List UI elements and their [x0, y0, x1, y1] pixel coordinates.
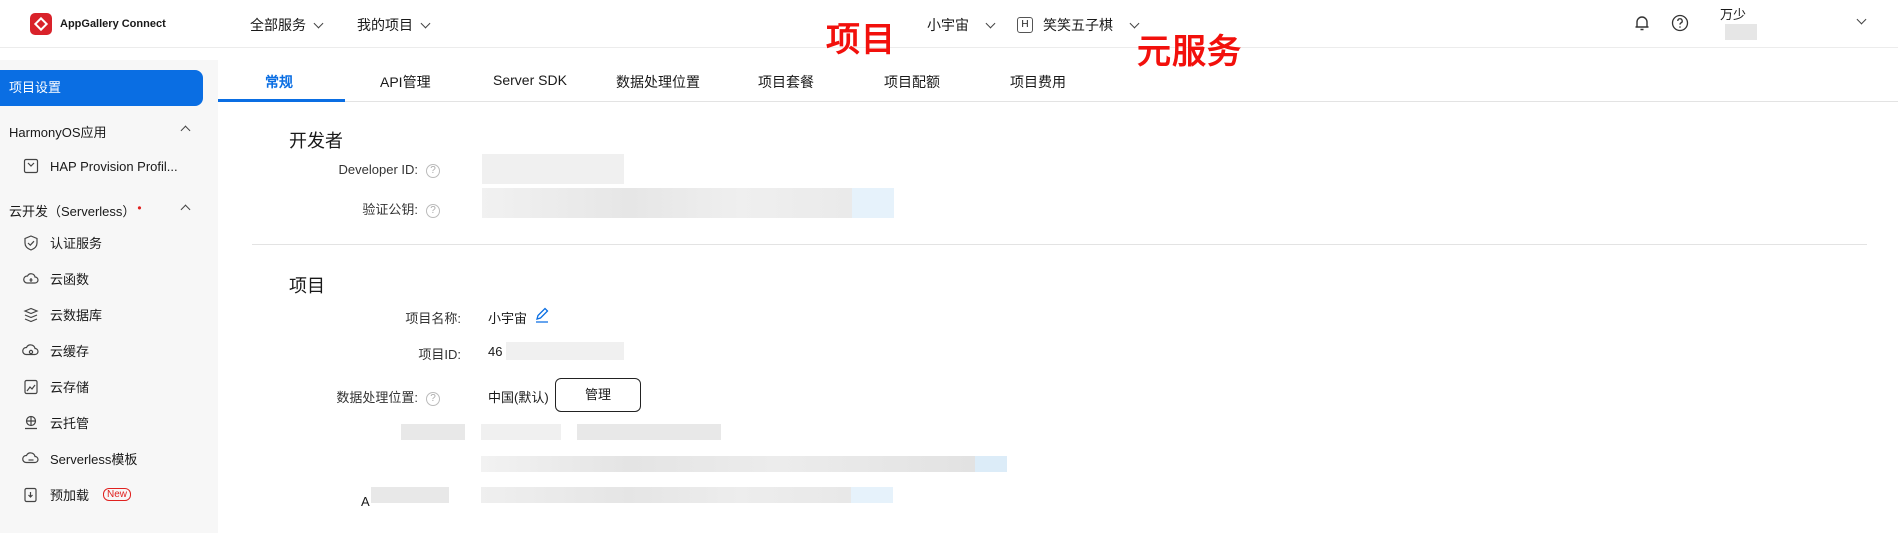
all-services-label: 全部服务 — [250, 17, 306, 33]
database-icon — [23, 307, 39, 322]
shield-icon — [24, 234, 38, 251]
project-id-label: 项目ID: — [418, 347, 461, 362]
sidebar-item-label: 云存储 — [50, 380, 90, 395]
tab-bar: 常规 API管理 Server SDK 数据处理位置 项目套餐 项目配额 项目费… — [218, 60, 1898, 102]
sidebar-item-cloud-function[interactable]: 云函数 — [22, 269, 89, 288]
help-icon[interactable]: ? — [426, 203, 440, 218]
preload-icon — [24, 487, 37, 502]
sidebar-group-harmonyos-label: HarmonyOS应用 — [9, 125, 107, 140]
sidebar: 项目设置 HarmonyOS应用 HAP Provision Profil...… — [0, 60, 218, 533]
sidebar-group-cloud[interactable]: 云开发（Serverless） • — [9, 201, 191, 220]
sidebar-item-label: HAP Provision Profil... — [50, 158, 178, 174]
new-badge: New — [103, 488, 132, 501]
sidebar-item-auth[interactable]: 认证服务 — [22, 233, 102, 252]
project-name-value: 小宇宙 — [488, 311, 528, 326]
sidebar-item-label: 云缓存 — [50, 344, 90, 359]
redacted-label — [401, 424, 465, 440]
tab-project-cost[interactable]: 项目费用 — [1010, 72, 1066, 92]
redacted-value — [481, 487, 851, 503]
my-projects-menu[interactable]: 我的项目 — [357, 15, 431, 35]
bottom-field-prefix: A — [361, 494, 370, 509]
app-badge: H — [1017, 17, 1033, 33]
sidebar-item-label: 预加载 — [50, 488, 90, 503]
public-key-label: 验证公钥:? — [240, 199, 440, 218]
help-icon[interactable]: ? — [426, 163, 440, 178]
redacted-value — [577, 424, 721, 440]
project-section-title: 项目 — [289, 276, 325, 296]
notification-dot: • — [137, 201, 142, 215]
chevron-down-icon — [313, 18, 324, 28]
sidebar-item-label: 认证服务 — [50, 236, 103, 251]
project-name-label: 项目名称: — [405, 311, 461, 326]
public-key-redacted — [482, 188, 852, 218]
data-location-label: 数据处理位置:? — [240, 387, 440, 406]
sidebar-item-label: Serverless模板 — [50, 452, 138, 467]
redacted-value — [851, 487, 893, 503]
sidebar-item-cloud-storage[interactable]: 云存储 — [22, 377, 89, 396]
public-key-redacted-end — [852, 188, 894, 218]
all-services-menu[interactable]: 全部服务 — [250, 15, 324, 35]
tab-project-quota[interactable]: 项目配额 — [884, 72, 940, 92]
developer-section-title: 开发者 — [289, 131, 343, 151]
project-selector-label: 小宇宙 — [927, 17, 969, 33]
developer-id-label: Developer ID:? — [240, 162, 440, 178]
tab-data-location[interactable]: 数据处理位置 — [616, 72, 700, 92]
sidebar-item-hap-provision[interactable]: HAP Provision Profil... — [22, 157, 178, 175]
bell-icon[interactable] — [1633, 14, 1651, 32]
user-menu-chevron-icon[interactable] — [1856, 14, 1867, 25]
sidebar-item-label: 云数据库 — [50, 308, 103, 323]
tab-api-management[interactable]: API管理 — [380, 72, 431, 92]
my-projects-label: 我的项目 — [357, 17, 413, 33]
top-bar: AppGallery Connect 全部服务 我的项目 小宇宙 H 笑笑五子棋… — [0, 0, 1898, 59]
chevron-up-icon — [180, 125, 191, 136]
redacted-label — [371, 487, 449, 503]
sidebar-item-label: 云函数 — [50, 272, 90, 287]
project-selector[interactable]: 小宇宙 — [927, 15, 996, 35]
redacted-value — [481, 456, 975, 472]
active-tab-indicator — [218, 99, 345, 102]
sidebar-item-label: 云托管 — [50, 416, 90, 431]
tab-general[interactable]: 常规 — [265, 72, 293, 92]
edit-icon[interactable] — [533, 306, 551, 324]
app-selector-label: 笑笑五子棋 — [1043, 17, 1113, 33]
project-id-value: 46 — [488, 344, 503, 359]
user-name-redacted — [1725, 24, 1757, 40]
chevron-down-icon — [420, 18, 431, 28]
appgallery-logo-icon — [30, 13, 52, 35]
data-location-value: 中国(默认) — [488, 390, 549, 405]
sidebar-item-cloud-cache[interactable]: 云缓存 — [22, 341, 89, 360]
sidebar-item-project-settings[interactable]: 项目设置 — [0, 70, 203, 106]
annotation-project: 项目 — [826, 21, 896, 59]
help-icon[interactable]: ? — [426, 391, 440, 406]
section-divider — [252, 244, 1867, 245]
sidebar-group-harmonyos[interactable]: HarmonyOS应用 — [9, 122, 191, 141]
app-title: AppGallery Connect — [60, 18, 166, 30]
template-icon — [22, 451, 39, 463]
profile-icon — [23, 158, 39, 174]
hosting-icon — [25, 415, 37, 429]
sidebar-item-cloud-hosting[interactable]: 云托管 — [22, 413, 89, 432]
chevron-down-icon — [985, 18, 996, 28]
project-id-redacted — [506, 342, 624, 360]
manage-button[interactable]: 管理 — [555, 378, 641, 412]
sidebar-item-serverless-template[interactable]: Serverless模板 — [22, 449, 137, 468]
app-logo[interactable]: AppGallery Connect — [30, 13, 166, 35]
app-selector[interactable]: H 笑笑五子棋 — [1017, 15, 1140, 35]
storage-icon — [24, 379, 38, 394]
developer-id-redacted — [482, 154, 624, 184]
redacted-value — [975, 456, 1007, 472]
user-name: 万少 — [1720, 7, 1747, 22]
tab-server-sdk[interactable]: Server SDK — [493, 72, 567, 88]
cloud-function-icon — [23, 272, 39, 284]
cache-icon — [22, 343, 39, 355]
sidebar-item-cloud-db[interactable]: 云数据库 — [22, 305, 102, 324]
redacted-value — [481, 424, 561, 440]
sidebar-group-cloud-label: 云开发（Serverless） — [9, 204, 136, 219]
tab-project-plan[interactable]: 项目套餐 — [758, 72, 814, 92]
help-icon[interactable] — [1671, 14, 1689, 32]
chevron-up-icon — [180, 204, 191, 215]
sidebar-item-preload[interactable]: 预加载 New — [22, 485, 132, 504]
